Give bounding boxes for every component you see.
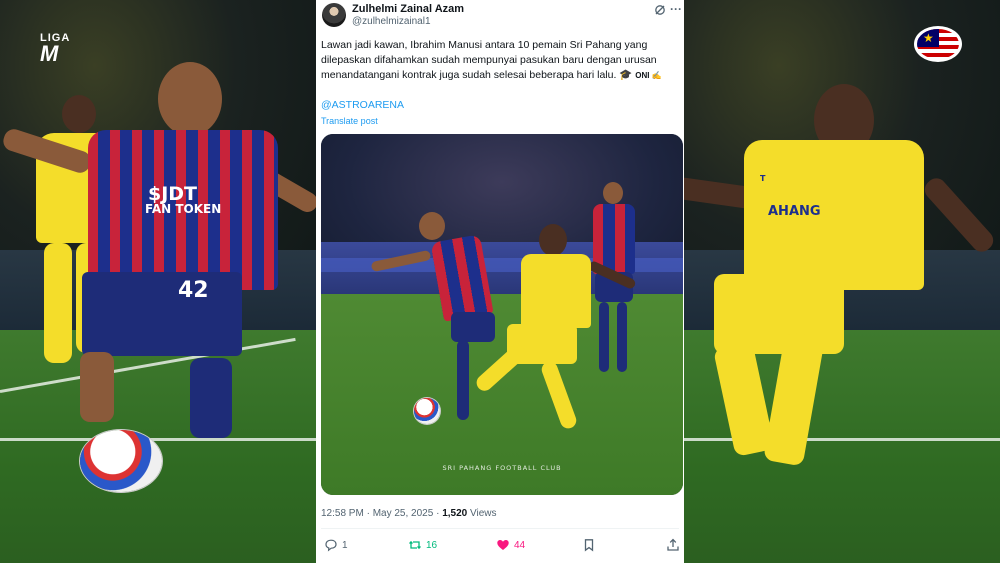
malaysia-flag-icon: ★ [914,26,962,62]
author-name[interactable]: Zulhelmi Zainal Azam [352,3,464,15]
share-button[interactable] [666,536,684,554]
repost-count: 16 [426,539,438,551]
jersey-sponsor-prefix: T [760,174,766,183]
views-label: Views [470,508,497,519]
reply-count: 1 [342,539,348,551]
repost-icon [409,540,421,550]
repost-button[interactable]: 16 [408,536,437,554]
tweet-emoji-text: ONI ✍ [635,71,662,80]
bookmark-button[interactable] [582,536,600,554]
media-player-sri-pahang [473,224,637,434]
reply-icon [325,539,337,552]
avatar[interactable] [322,3,346,27]
divider [321,528,679,529]
tweet-header: Zulhelmi Zainal Azam @zulhelmizainal1 ··… [316,0,684,30]
like-button[interactable]: 44 [496,536,525,554]
translate-post-link[interactable]: Translate post [321,116,378,126]
foreground-player-jdt [0,62,316,482]
heart-icon [497,540,509,550]
mention-link[interactable]: @ASTROARENA [321,99,404,111]
tweet-text: Lawan jadi kawan, Ibrahim Manusi antara … [321,38,679,83]
right-background-photo: T AHANG ★ [684,0,1000,563]
tweet-time[interactable]: 12:58 PM [321,508,364,519]
tweet-card[interactable]: Zulhelmi Zainal Azam @zulhelmizainal1 ··… [316,0,684,563]
grok-icon[interactable] [654,4,666,16]
views-count: 1,520 [442,508,468,519]
tweet-actions: 1 16 44 [316,536,684,556]
football [80,430,162,492]
jersey-sponsor: AHANG [768,204,821,219]
foreground-player-sri-pahang [684,84,1000,484]
share-icon [667,538,679,551]
shorts-number: 42 [178,278,209,303]
tweet-date[interactable]: May 25, 2025 [373,508,434,519]
tweet-metadata: 12:58 PM · May 25, 2025 · 1,520 Views [321,508,497,519]
left-background-photo: $JDT FAN TOKEN 42 LIGA M [0,0,316,563]
reply-button[interactable]: 1 [324,536,348,554]
tweet-body: Lawan jadi kawan, Ibrahim Manusi antara … [321,39,657,81]
media-football [414,398,440,424]
tweet-media-image[interactable]: SRI PAHANG FOOTBALL CLUB [321,134,683,495]
jersey-sponsor-sub: FAN TOKEN [145,202,222,216]
author-handle[interactable]: @zulhelmizainal1 [352,16,431,27]
media-caption: SRI PAHANG FOOTBALL CLUB [442,464,562,472]
liga-m-logo: LIGA M [40,32,71,66]
like-count: 44 [514,539,526,551]
more-options-icon[interactable]: ··· [670,2,682,16]
bookmark-icon [584,539,594,552]
